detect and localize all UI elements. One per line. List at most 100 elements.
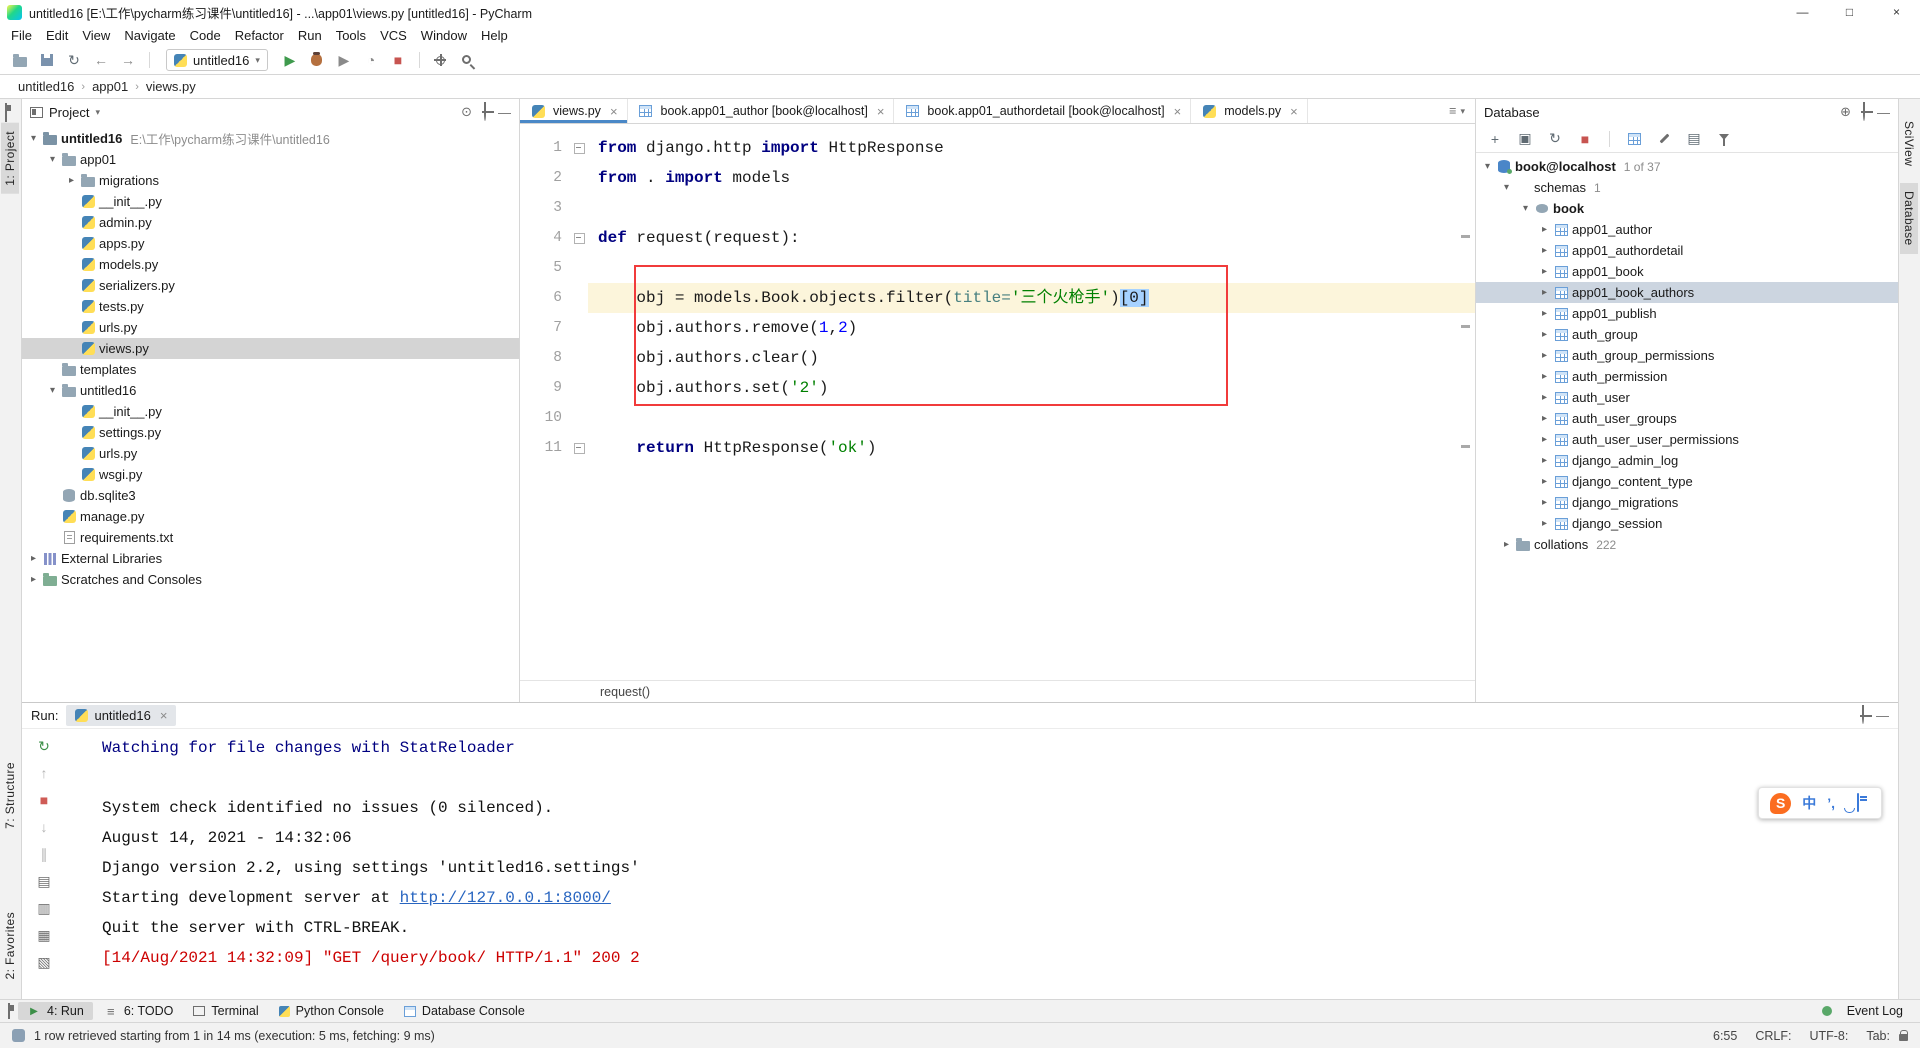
code-text[interactable] — [588, 193, 1475, 223]
scroll-to-end-icon[interactable]: ▥ — [33, 897, 55, 919]
close-icon[interactable]: × — [160, 708, 168, 723]
chevron-down-icon[interactable]: ▾ — [45, 154, 60, 165]
chevron-right-icon[interactable]: ▸ — [1537, 245, 1552, 256]
toolwindow-stripe-sciview[interactable]: SciView — [1900, 113, 1918, 174]
project-tree-item[interactable]: ▾ untitled16 E:\工作\pycharm练习课件\untitled16 — [22, 128, 519, 149]
toolwindow-button-python[interactable]: Python Console — [270, 1002, 393, 1020]
fold-icon[interactable] — [570, 433, 588, 463]
project-tree-item[interactable]: ▾ app01 — [22, 149, 519, 170]
close-button[interactable]: × — [1873, 0, 1920, 24]
status-segment[interactable]: 6:55 — [1713, 1029, 1737, 1043]
breadcrumb-item[interactable]: untitled16 — [18, 79, 74, 94]
project-tree-item[interactable]: ▸ Scratches and Consoles — [22, 569, 519, 590]
menu-file[interactable]: File — [4, 26, 39, 45]
tool-switcher-icon[interactable] — [5, 103, 7, 122]
close-icon[interactable]: × — [877, 104, 885, 119]
editor-tab[interactable]: book.app01_authordetail [book@localhost]… — [894, 99, 1192, 123]
punctuation-toggle[interactable]: ’, — [1827, 795, 1835, 811]
soft-wrap-icon[interactable]: ▤ — [33, 870, 55, 892]
chevron-right-icon[interactable]: ▸ — [1537, 287, 1552, 298]
back-icon[interactable]: ← — [89, 48, 113, 72]
refresh-icon[interactable]: ↻ — [1543, 127, 1567, 151]
chevron-right-icon[interactable]: ▸ — [1537, 476, 1552, 487]
toolwindow-stripe-structure[interactable]: 7: Structure — [1, 754, 19, 837]
breadcrumb-item[interactable]: views.py — [146, 79, 196, 94]
status-info-icon[interactable] — [12, 1029, 25, 1042]
keyboard-icon[interactable] — [1857, 793, 1859, 812]
menu-vcs[interactable]: VCS — [373, 26, 414, 45]
database-tree-item[interactable]: ▸ auth_user_groups — [1476, 408, 1898, 429]
toolwindow-stripe-project[interactable]: 1: Project — [1, 123, 19, 194]
console-link[interactable]: http://127.0.0.1:8000/ — [400, 889, 611, 907]
project-tree-item[interactable]: wsgi.py — [22, 464, 519, 485]
menu-edit[interactable]: Edit — [39, 26, 75, 45]
chevron-right-icon[interactable]: ▸ — [26, 574, 41, 585]
project-tree-item[interactable]: ▸ migrations — [22, 170, 519, 191]
menu-view[interactable]: View — [75, 26, 117, 45]
project-tree-item[interactable]: views.py — [22, 338, 519, 359]
search-icon[interactable] — [456, 48, 480, 72]
project-tree-item[interactable]: urls.py — [22, 443, 519, 464]
database-tree-item[interactable]: ▸ collations 222 — [1476, 534, 1898, 555]
run-config-select[interactable]: untitled16 ▾ — [166, 49, 268, 71]
hide-panel-icon[interactable]: — — [1876, 708, 1889, 723]
project-tree-item[interactable]: apps.py — [22, 233, 519, 254]
code-text[interactable]: obj = models.Book.objects.filter(title='… — [588, 283, 1475, 313]
table-view-icon[interactable] — [1622, 127, 1646, 151]
maximize-button[interactable]: □ — [1826, 0, 1873, 24]
chevron-down-icon[interactable]: ▾ — [95, 107, 100, 118]
menu-help[interactable]: Help — [474, 26, 515, 45]
synchronize-icon[interactable]: ↻ — [62, 48, 86, 72]
chevron-down-icon[interactable]: ▾ — [1499, 182, 1514, 193]
database-tree-item[interactable]: ▸ auth_user — [1476, 387, 1898, 408]
close-icon[interactable]: × — [1290, 104, 1298, 119]
code-text[interactable]: obj.authors.set('2') — [588, 373, 1475, 403]
code-text[interactable]: from . import models — [588, 163, 1475, 193]
project-tree-item[interactable]: db.sqlite3 — [22, 485, 519, 506]
database-tree-item[interactable]: ▸ auth_permission — [1476, 366, 1898, 387]
add-datasource-icon[interactable]: + — [1483, 127, 1507, 151]
pause-output-icon[interactable]: ∥ — [33, 843, 55, 865]
error-stripe-mark[interactable] — [1461, 235, 1470, 238]
menu-tools[interactable]: Tools — [329, 26, 373, 45]
project-tree-item[interactable]: ▸ External Libraries — [22, 548, 519, 569]
chevron-right-icon[interactable]: ▸ — [1537, 455, 1552, 466]
chevron-right-icon[interactable]: ▸ — [1537, 518, 1552, 529]
tool-switcher-icon[interactable] — [8, 1003, 10, 1019]
code-text[interactable]: obj.authors.clear() — [588, 343, 1475, 373]
project-tree-item[interactable]: admin.py — [22, 212, 519, 233]
datasource-options-icon[interactable]: ⊕ — [1840, 104, 1851, 120]
stop-button[interactable]: ■ — [386, 48, 410, 72]
code-text[interactable]: def request(request): — [588, 223, 1475, 253]
project-tree-item[interactable]: serializers.py — [22, 275, 519, 296]
code-text[interactable] — [588, 253, 1475, 283]
lock-icon[interactable] — [1899, 1029, 1908, 1041]
error-stripe-mark[interactable] — [1461, 445, 1470, 448]
menu-run[interactable]: Run — [291, 26, 329, 45]
project-tree-item[interactable]: templates — [22, 359, 519, 380]
console-output[interactable]: Watching for file changes with StatReloa… — [66, 729, 1898, 999]
project-tree-item[interactable]: __init__.py — [22, 401, 519, 422]
chevron-right-icon[interactable]: ▸ — [1537, 224, 1552, 235]
database-tree-item[interactable]: ▸ django_admin_log — [1476, 450, 1898, 471]
down-stack-trace-icon[interactable]: ↓ — [33, 816, 55, 838]
gear-icon[interactable] — [484, 103, 486, 121]
coverage-button[interactable]: ▶ — [332, 48, 356, 72]
profiler-button[interactable]: ◔ — [359, 48, 383, 72]
editor-tab-options-icon[interactable]: ≡ ▾ — [1439, 99, 1475, 123]
rerun-button[interactable]: ↻ — [33, 735, 55, 757]
edit-pencil-icon[interactable] — [1652, 127, 1676, 151]
database-tree-item[interactable]: ▸ auth_group — [1476, 324, 1898, 345]
project-tree-item[interactable]: settings.py — [22, 422, 519, 443]
menu-code[interactable]: Code — [183, 26, 228, 45]
run-button[interactable]: ▶ — [278, 48, 302, 72]
chevron-down-icon[interactable]: ▾ — [1480, 161, 1495, 172]
gear-icon[interactable] — [1863, 103, 1865, 121]
chinese-mode-toggle[interactable]: 中 — [1802, 793, 1816, 813]
minimize-button[interactable]: — — [1779, 0, 1826, 24]
database-tree-item[interactable]: ▾ book@localhost 1 of 37 — [1476, 156, 1898, 177]
database-tree-item[interactable]: ▸ auth_user_user_permissions — [1476, 429, 1898, 450]
up-stack-trace-icon[interactable]: ↑ — [33, 762, 55, 784]
editor-tab[interactable]: views.py × — [520, 99, 628, 123]
database-tree-item[interactable]: ▸ app01_book_authors — [1476, 282, 1898, 303]
